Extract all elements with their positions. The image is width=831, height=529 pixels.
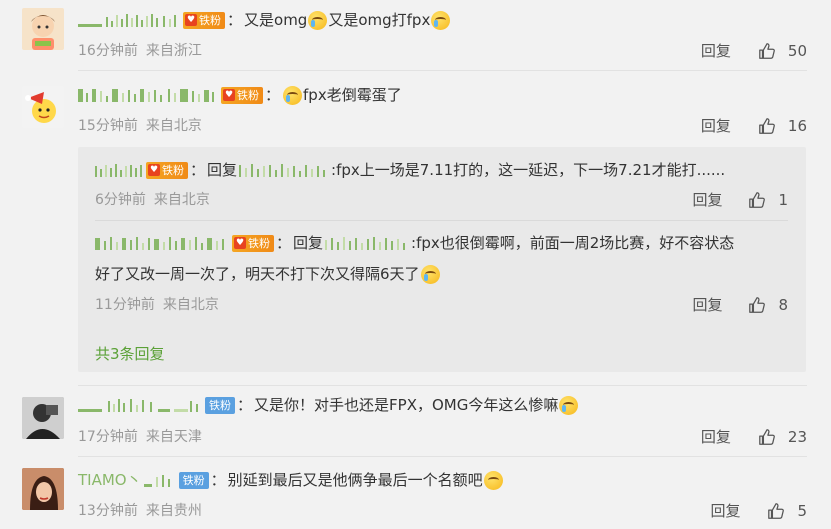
view-all-replies-link[interactable]: 共3条回复 [95, 343, 165, 364]
like-count: 8 [778, 295, 788, 314]
username-blurred[interactable] [78, 397, 202, 413]
username-blurred[interactable] [143, 472, 176, 488]
reply-target-username-blurred[interactable] [325, 235, 411, 251]
reply-button[interactable]: 回复 [701, 115, 731, 136]
reply-2: ♥ 铁粉 ： 回复 :fpx也很倒霉啊，前面一周2场比赛，好不容状态 好了又改一周… [95, 232, 806, 314]
comment-text: 又是你！对手也还是FPX，OMG今年这么惨嘛 [254, 396, 559, 414]
thumbs-up-icon[interactable] [767, 502, 785, 520]
comment-line: ♥ 铁粉 ： fpx老倒霉蛋了 [78, 84, 402, 106]
comment-line: 铁粉 ： 又是你！对手也还是FPX，OMG今年这么惨嘛 [78, 394, 579, 416]
fan-badge[interactable]: ♥ 铁粉 [183, 11, 225, 29]
cry-laugh-emoji-icon [431, 10, 451, 30]
comment-line: ♥ 铁粉 ： 又是omg 又是omg打fpx [78, 9, 451, 31]
reply-button[interactable]: 回复 [701, 40, 731, 61]
divider [95, 220, 788, 221]
username-blurred[interactable] [78, 12, 180, 28]
crying-emoji-icon [420, 264, 440, 284]
fan-badge[interactable]: ♥ 铁粉 [146, 161, 188, 179]
comment-text: 别延到最后又是他俩争最后一个名额吧 [227, 471, 483, 489]
avatar[interactable] [22, 468, 64, 510]
reply-1: ♥ 铁粉 ： 回复 :fpx上一场是7.11打的，这一延迟，下一场7.21才能打.… [95, 159, 806, 209]
username-visible-part[interactable]: TIAMO丶 [78, 469, 142, 491]
comment-meta: 17分钟前 来自天津 [78, 429, 202, 445]
reply-prefix: 回复 [293, 234, 324, 252]
comment-text: fpx老倒霉蛋了 [303, 86, 402, 104]
reply-meta: 6分钟前 来自北京 [95, 192, 210, 208]
reply-button[interactable]: 回复 [692, 294, 722, 315]
reply-text-2: 好了又改一周一次了，明天不打下次又得隔6天了 [95, 265, 420, 283]
reply-prefix: 回复 [207, 161, 238, 179]
reply-meta: 11分钟前 来自北京 [95, 297, 219, 313]
fan-level-icon: ♥ [185, 14, 197, 26]
fan-badge[interactable]: ♥ 铁粉 [232, 234, 274, 252]
divider [78, 70, 807, 71]
comment-text: 又是omg [244, 11, 308, 29]
reply-line: ♥ 铁粉 ： 回复 :fpx也很倒霉啊，前面一周2场比赛，好不容状态 [95, 232, 806, 254]
reply-text: :fpx上一场是7.11打的，这一延迟，下一场7.21才能打...... [331, 161, 726, 179]
like-count: 1 [778, 190, 788, 209]
reply-target-username-blurred[interactable] [239, 162, 331, 178]
comment-actions: 回复 5 [710, 500, 807, 521]
iron-fan-badge[interactable]: 铁粉 [178, 471, 209, 489]
reply-button[interactable]: 回复 [710, 500, 740, 521]
fan-level-icon: ♥ [148, 164, 160, 176]
cry-laugh-emoji-icon [308, 10, 328, 30]
crying-emoji-icon [283, 85, 303, 105]
cry-laugh-emoji-icon [559, 395, 579, 415]
comment-meta: 13分钟前 来自贵州 [78, 503, 202, 519]
reply-actions: 回复 1 [692, 189, 788, 210]
thumbs-up-icon[interactable] [758, 117, 776, 135]
reply-line: ♥ 铁粉 ： 回复 :fpx上一场是7.11打的，这一延迟，下一场7.21才能打.… [95, 159, 806, 181]
like-count: 23 [787, 427, 807, 446]
fan-level-icon: ♥ [223, 89, 235, 101]
divider [78, 385, 807, 386]
comment-actions: 回复 16 [701, 115, 807, 136]
reply-actions: 回复 8 [692, 294, 788, 315]
fan-level-icon: ♥ [234, 237, 246, 249]
reply-text: :fpx也很倒霉啊，前面一周2场比赛，好不容状态 [411, 234, 735, 252]
username-blurred[interactable] [78, 87, 218, 103]
reply-line-2: 好了又改一周一次了，明天不打下次又得隔6天了 [95, 263, 806, 285]
avatar[interactable] [22, 397, 64, 439]
iron-fan-badge[interactable]: 铁粉 [205, 396, 235, 414]
reply-button[interactable]: 回复 [692, 189, 722, 210]
doge-emoji-icon [483, 470, 503, 490]
username-blurred[interactable] [95, 235, 229, 251]
comment-meta: 15分钟前 来自北京 [78, 118, 202, 134]
like-count: 50 [787, 41, 807, 60]
comment-meta: 16分钟前 来自浙江 [78, 43, 202, 59]
fan-badge[interactable]: ♥ 铁粉 [221, 86, 263, 104]
comment-line: TIAMO丶 铁粉 ： 别延到最后又是他俩争最后一个名额吧 [78, 469, 504, 491]
replies-box: ♥ 铁粉 ： 回复 :fpx上一场是7.11打的，这一延迟，下一场7.21才能打.… [78, 147, 806, 372]
comment-actions: 回复 23 [701, 426, 807, 447]
like-count: 16 [787, 116, 807, 135]
thumbs-up-icon[interactable] [748, 191, 766, 209]
avatar[interactable] [22, 86, 64, 128]
username-blurred[interactable] [95, 162, 143, 178]
reply-button[interactable]: 回复 [701, 426, 731, 447]
like-count: 5 [797, 501, 807, 520]
comment-actions: 回复 50 [701, 40, 807, 61]
comment-text-2: 又是omg打fpx [328, 11, 431, 29]
divider [78, 456, 807, 457]
thumbs-up-icon[interactable] [758, 428, 776, 446]
thumbs-up-icon[interactable] [758, 42, 776, 60]
avatar[interactable] [22, 8, 64, 50]
thumbs-up-icon[interactable] [748, 296, 766, 314]
